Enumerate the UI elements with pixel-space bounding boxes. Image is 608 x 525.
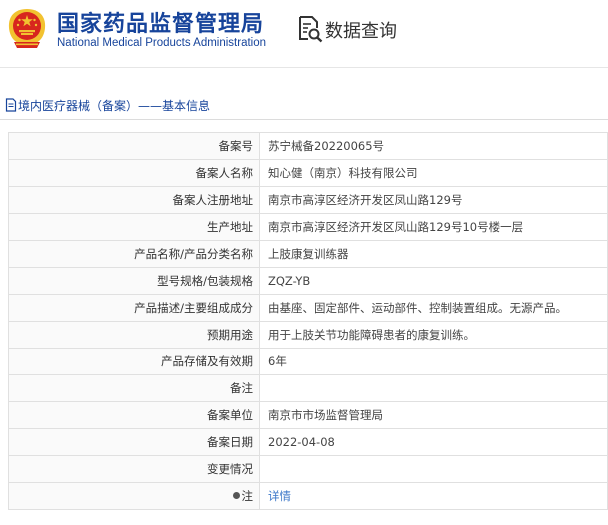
breadcrumb: 境内医疗器械（备案）——基本信息 [0,90,608,120]
field-value: 6年 [259,347,608,376]
table-row: 备注 [8,374,608,403]
field-label: 生产地址 [8,212,260,241]
table-row: 型号规格/包装规格 ZQZ-YB [8,266,608,295]
table-row: 产品名称/产品分类名称 上肢康复训练器 [8,239,608,268]
field-value [259,455,608,484]
brand-title-cn: 国家药品监督管理局 [57,12,265,37]
table-row: 预期用途 用于上肢关节功能障碍患者的康复训练。 [8,320,608,349]
field-value: 2022-04-08 [259,428,608,457]
table-row: 备案日期 2022-04-08 [8,428,608,457]
table-row: 生产地址 南京市高淳区经济开发区凤山路129号10号楼一层 [8,212,608,241]
field-value: 用于上肢关节功能障碍患者的康复训练。 [259,320,608,349]
field-value [259,374,608,403]
note-bullet-icon [232,492,240,500]
table-row: 产品描述/主要组成成分 由基座、固定部件、运动部件、控制装置组成。无源产品。 [8,293,608,322]
field-value: 由基座、固定部件、运动部件、控制装置组成。无源产品。 [259,293,608,322]
field-label: 变更情况 [8,455,260,484]
table-row: 备案人名称 知心健（南京）科技有限公司 [8,158,608,187]
table-row: 备案人注册地址 南京市高淳区经济开发区凤山路129号 [8,185,608,214]
field-label: 产品名称/产品分类名称 [8,239,260,268]
national-emblem-icon [8,9,46,48]
field-label: 产品存储及有效期 [8,347,260,376]
field-label: 备案单位 [8,401,260,430]
table-row: 产品存储及有效期 6年 [8,347,608,376]
field-label: 备案号 [8,132,260,160]
table-row: 备案单位 南京市市场监督管理局 [8,401,608,430]
field-value: 知心健（南京）科技有限公司 [259,158,608,187]
field-label: 备案日期 [8,428,260,457]
note-label-cell: 注 [8,482,260,511]
field-value: 南京市市场监督管理局 [259,401,608,430]
field-label: 预期用途 [8,320,260,349]
document-search-icon [299,16,323,43]
table-row: 备案号 苏宁械备20220065号 [8,132,608,160]
field-label: 备案人注册地址 [8,185,260,214]
field-label: 型号规格/包装规格 [8,266,260,295]
breadcrumb-title: 境内医疗器械（备案）——基本信息 [18,99,211,113]
basic-info-table: 备案号 苏宁械备20220065号 备案人名称 知心健（南京）科技有限公司 备案… [8,132,608,511]
site-header: 国家药品监督管理局 National Medical Products Admi… [0,0,608,68]
field-value: 南京市高淳区经济开发区凤山路129号10号楼一层 [259,212,608,241]
details-link[interactable]: 详情 [259,482,608,511]
field-value: 上肢康复训练器 [259,239,608,268]
field-value: 南京市高淳区经济开发区凤山路129号 [259,185,608,214]
data-query-title: 数据查询 [325,21,397,42]
field-value: 苏宁械备20220065号 [259,132,608,160]
table-row: 变更情况 [8,455,608,484]
field-label: 注 [241,489,254,504]
field-value: ZQZ-YB [259,266,608,295]
brand-title-en: National Medical Products Administration [57,37,267,49]
document-icon [5,98,17,112]
field-label: 备注 [8,374,260,403]
field-label: 备案人名称 [8,158,260,187]
field-label: 产品描述/主要组成成分 [8,293,260,322]
table-row: 注 详情 [8,482,608,511]
